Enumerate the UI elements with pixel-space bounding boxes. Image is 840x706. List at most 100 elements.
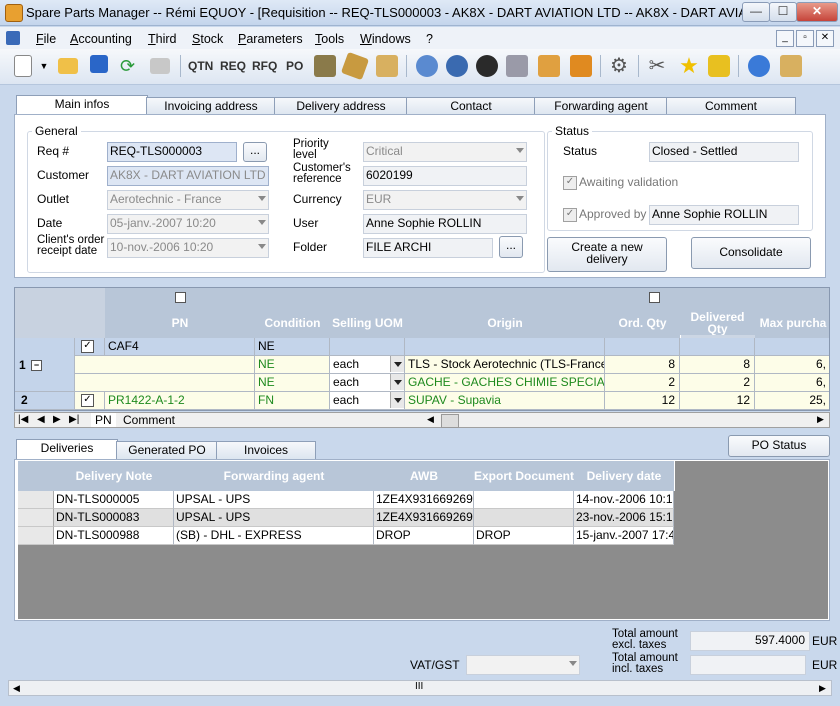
sub-row-2-condition-cell[interactable]: NE	[255, 374, 330, 392]
notes-icon[interactable]	[780, 55, 802, 77]
menu-third[interactable]: Third	[148, 32, 176, 46]
row-1-delqty-cell[interactable]	[680, 338, 755, 356]
row-2-uom-select[interactable]: each	[330, 392, 405, 410]
sheet-tab-pn[interactable]: PN	[91, 413, 116, 427]
column-header-max-purchase[interactable]: Max purcha	[755, 308, 829, 338]
delivery-date-cell[interactable]: 15-janv.-2007 17:48	[574, 527, 674, 545]
column-header-delivered-qty[interactable]: Delivered Qty	[680, 308, 756, 335]
delivery-note-cell[interactable]: DN-TLS000083	[54, 509, 174, 527]
refresh-icon[interactable]: ⟳	[120, 55, 142, 77]
row-1-checkbox[interactable]: ✓	[81, 340, 94, 353]
vat-gst-select[interactable]	[466, 655, 580, 675]
row-1-origin-cell[interactable]	[405, 338, 605, 356]
sub-row-1-ordqty-cell[interactable]: 8	[605, 356, 680, 374]
create-delivery-button[interactable]: Create a new delivery	[547, 237, 667, 272]
expand-group-icon[interactable]: +	[649, 292, 660, 303]
delivery-note-cell[interactable]: DN-TLS000005	[54, 491, 174, 509]
sub-row-2-delqty-cell[interactable]: 2	[680, 374, 755, 392]
row-1-condition-cell[interactable]: NE	[255, 338, 330, 356]
menu-accounting[interactable]: Accounting	[70, 32, 132, 46]
sub-row-2-uom-select[interactable]: each	[330, 374, 405, 392]
folder-browse-button[interactable]: ...	[499, 236, 523, 258]
mdi-close-button[interactable]: ✕	[816, 30, 834, 47]
receipt-date-picker[interactable]: 10-nov.-2006 10:20	[107, 238, 269, 258]
menu-parameters[interactable]: Parameters	[238, 32, 303, 46]
column-header-export-document[interactable]: Export Document	[474, 461, 575, 491]
total-excl-taxes-field[interactable]: 597.4000	[690, 631, 810, 651]
user-field[interactable]: Anne Sophie ROLLIN	[363, 214, 527, 234]
consolidate-button[interactable]: Consolidate	[691, 237, 811, 269]
column-header-pn[interactable]: PN	[105, 308, 256, 338]
forwarding-agent-cell[interactable]: UPSAL - UPS	[174, 509, 374, 527]
customer-field[interactable]: AK8X - DART AVIATION LTD	[107, 166, 269, 186]
prev-sheet-icon[interactable]: ◀	[37, 414, 45, 425]
forwarding-agent-cell[interactable]: UPSAL - UPS	[174, 491, 374, 509]
sub-row-2-origin-cell[interactable]: GACHE - GACHES CHIMIE SPECIALITES	[405, 374, 605, 392]
requisition-button[interactable]: REQ	[220, 59, 246, 73]
delivery-note-cell[interactable]: DN-TLS000988	[54, 527, 174, 545]
invoice-icon[interactable]	[340, 51, 370, 81]
window-horizontal-scrollbar[interactable]: ◀ III ▶	[8, 680, 832, 696]
scroll-right-icon[interactable]: ▶	[817, 414, 824, 425]
globe-icon[interactable]	[748, 55, 770, 77]
menu-file[interactable]: File	[36, 32, 56, 46]
quotation-button[interactable]: QTN	[188, 59, 213, 73]
awb-cell[interactable]: 1ZE4X93166926950	[374, 509, 474, 527]
sub-row-2-ordqty-cell[interactable]: 2	[605, 374, 680, 392]
sub-row-1-condition-cell[interactable]: NE	[255, 356, 330, 374]
export-document-cell[interactable]: DROP	[474, 527, 574, 545]
dropdown-arrow-icon[interactable]: ▼	[38, 55, 50, 77]
customer-icon[interactable]	[416, 55, 438, 77]
row-2-condition-cell[interactable]: FN	[255, 392, 330, 410]
tab-invoices[interactable]: Invoices	[216, 441, 316, 461]
currency-select[interactable]: EUR	[363, 190, 527, 210]
document-menu-icon[interactable]	[6, 31, 20, 45]
folder-field[interactable]: FILE ARCHI	[363, 238, 493, 258]
minimize-button[interactable]: —	[742, 2, 770, 22]
scroll-left-icon[interactable]: ◀	[13, 683, 20, 694]
first-sheet-icon[interactable]: |◀	[18, 414, 28, 425]
scroll-right-icon[interactable]: ▶	[819, 683, 826, 694]
approved-checkbox[interactable]: ✓	[563, 208, 577, 222]
po-status-button[interactable]: PO Status	[728, 435, 830, 457]
users-icon[interactable]	[446, 55, 468, 77]
menu-tools[interactable]: Tools	[315, 32, 344, 46]
expand-group-icon[interactable]: +	[175, 292, 186, 303]
status-field[interactable]: Closed - Settled	[649, 142, 799, 162]
row-1-pn-cell[interactable]: CAF4	[105, 338, 255, 356]
maximize-button[interactable]: ☐	[769, 2, 797, 22]
column-header-selling-uom[interactable]: Selling UOM	[330, 308, 406, 338]
mdi-restore-button[interactable]: ▫	[796, 30, 814, 47]
awaiting-validation-checkbox[interactable]: ✓	[563, 176, 577, 190]
sub-row-1-maxp-cell[interactable]: 6,	[755, 356, 829, 374]
print-icon[interactable]	[150, 58, 170, 74]
delivery-row-header[interactable]	[18, 491, 54, 509]
awb-cell[interactable]: DROP	[374, 527, 474, 545]
horizontal-scroll-thumb[interactable]	[441, 414, 459, 428]
sub-row-1-uom-select[interactable]: each	[330, 356, 405, 374]
archive-icon[interactable]	[506, 55, 528, 77]
column-header-delivery-note[interactable]: Delivery Note	[54, 461, 175, 491]
save-icon[interactable]	[90, 55, 108, 73]
delivery-row-header[interactable]	[18, 509, 54, 527]
row-header-2[interactable]: 2	[15, 392, 75, 410]
sub-row-1-delqty-cell[interactable]: 8	[680, 356, 755, 374]
total-incl-taxes-field[interactable]	[690, 655, 806, 675]
row-2-pn-cell[interactable]: PR1422-A-1-2	[105, 392, 255, 410]
supplier-icon[interactable]	[476, 55, 498, 77]
chart-icon[interactable]	[708, 55, 730, 77]
sheet-tab-comment[interactable]: Comment	[119, 413, 179, 427]
gear-icon[interactable]: ⚙	[608, 55, 630, 77]
export-document-cell[interactable]	[474, 491, 574, 509]
forwarding-agent-cell[interactable]: (SB) - DHL - EXPRESS	[174, 527, 374, 545]
row-1-uom-cell[interactable]	[330, 338, 405, 356]
open-folder-icon[interactable]	[58, 58, 78, 74]
menu-windows[interactable]: Windows	[360, 32, 411, 46]
column-header-condition[interactable]: Condition	[255, 308, 331, 338]
approved-by-field[interactable]: Anne Sophie ROLLIN	[649, 205, 799, 225]
purchase-order-button[interactable]: PO	[286, 59, 303, 73]
outlet-select[interactable]: Aerotechnic - France	[107, 190, 269, 210]
scroll-grip[interactable]: III	[415, 681, 423, 692]
row-2-checkbox[interactable]: ✓	[81, 394, 94, 407]
rfq-button[interactable]: RFQ	[252, 59, 277, 73]
